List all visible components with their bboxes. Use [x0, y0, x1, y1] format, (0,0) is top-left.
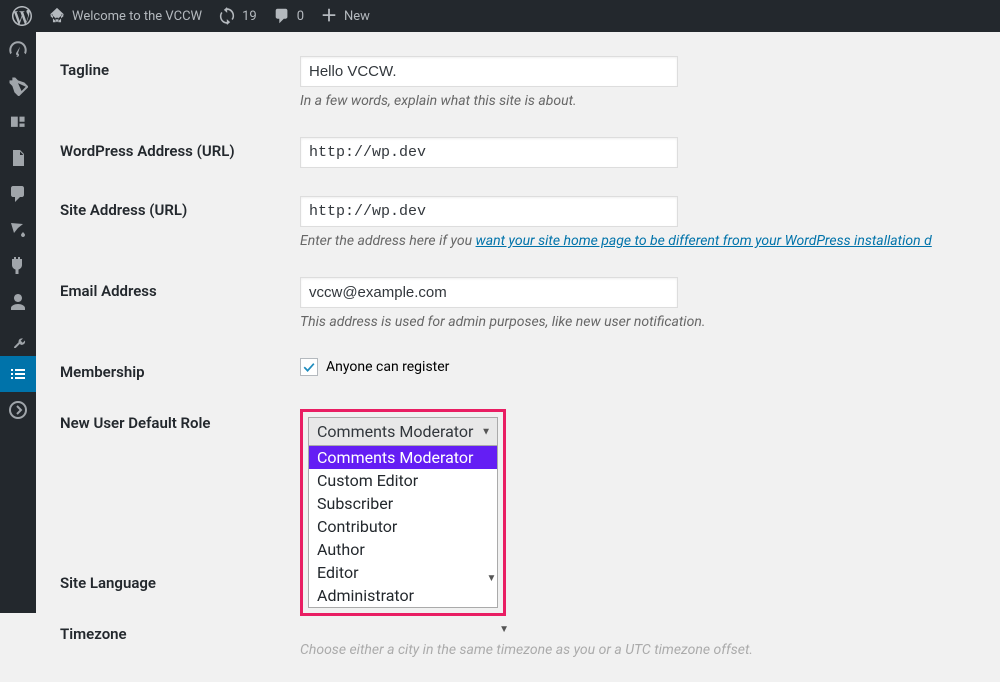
caret-down-icon: ▼	[486, 573, 496, 584]
sidebar-item-comments[interactable]	[0, 176, 36, 212]
label-timezone: Timezone	[60, 620, 300, 643]
sidebar-item-tools[interactable]	[0, 320, 36, 356]
site-address-help-link[interactable]: want your site home page to be different…	[476, 233, 932, 249]
label-email: Email Address	[60, 277, 300, 300]
site-address-description: Enter the address here if you want your …	[300, 233, 976, 249]
caret-down-icon: ▼	[481, 426, 491, 437]
comments-link[interactable]: 0	[265, 0, 312, 32]
role-option-contributor[interactable]: Contributor	[309, 515, 497, 538]
label-tagline: Tagline	[60, 56, 300, 79]
label-site-address: Site Address (URL)	[60, 196, 300, 219]
sidebar-item-dashboard[interactable]	[0, 32, 36, 68]
role-option-custom-editor[interactable]: Custom Editor	[309, 469, 497, 492]
new-label: New	[344, 9, 370, 24]
label-default-role: New User Default Role	[60, 409, 300, 432]
row-site-address: Site Address (URL) Enter the address her…	[60, 182, 976, 263]
wp-address-input[interactable]	[300, 137, 678, 168]
site-address-input[interactable]	[300, 196, 678, 227]
row-membership: Membership ✓ Anyone can register	[60, 344, 976, 395]
label-wp-address: WordPress Address (URL)	[60, 137, 300, 160]
label-site-language: Site Language	[60, 569, 300, 592]
label-membership: Membership	[60, 358, 300, 381]
admin-sidebar	[0, 32, 36, 613]
row-tagline: Tagline In a few words, explain what thi…	[60, 42, 976, 123]
sidebar-item-pages[interactable]	[0, 140, 36, 176]
role-option-subscriber[interactable]: Subscriber	[309, 492, 497, 515]
caret-down-icon: ▼	[499, 624, 509, 635]
membership-checkbox-label: Anyone can register	[326, 359, 449, 375]
sidebar-item-collapse[interactable]	[0, 392, 36, 428]
role-option-editor[interactable]: Editor	[309, 561, 497, 584]
updates-count: 19	[242, 9, 257, 24]
role-option-administrator[interactable]: Administrator	[309, 584, 497, 607]
sidebar-item-plugins[interactable]	[0, 248, 36, 284]
timezone-description: Choose either a city in the same timezon…	[300, 642, 976, 658]
role-option-author[interactable]: Author	[309, 538, 497, 561]
new-content-link[interactable]: New	[312, 0, 378, 32]
site-name-link[interactable]: Welcome to the VCCW	[40, 0, 210, 32]
tagline-description: In a few words, explain what this site i…	[300, 93, 976, 109]
admin-bar: Welcome to the VCCW 19 0 New	[0, 0, 1000, 32]
default-role-highlight: Comments Moderator ▼ Comments Moderator …	[300, 409, 506, 616]
row-email: Email Address This address is used for a…	[60, 263, 976, 344]
sidebar-item-media[interactable]	[0, 104, 36, 140]
row-wp-address: WordPress Address (URL)	[60, 123, 976, 182]
sidebar-item-settings[interactable]	[0, 356, 36, 392]
email-description: This address is used for admin purposes,…	[300, 314, 976, 330]
sidebar-item-users[interactable]	[0, 284, 36, 320]
default-role-dropdown: Comments Moderator Custom Editor Subscri…	[308, 446, 498, 608]
membership-checkbox[interactable]: ✓	[300, 358, 318, 376]
sidebar-item-appearance[interactable]	[0, 212, 36, 248]
site-title-text: Welcome to the VCCW	[72, 9, 202, 24]
tagline-input[interactable]	[300, 56, 678, 87]
sidebar-item-posts[interactable]	[0, 68, 36, 104]
email-input[interactable]	[300, 277, 678, 308]
role-option-comments-moderator[interactable]: Comments Moderator	[309, 446, 497, 469]
updates-link[interactable]: 19	[210, 0, 265, 32]
wp-logo[interactable]	[4, 0, 40, 32]
comments-count: 0	[297, 9, 304, 24]
default-role-select[interactable]: Comments Moderator ▼	[308, 417, 498, 446]
settings-form: Tagline In a few words, explain what thi…	[36, 32, 1000, 682]
